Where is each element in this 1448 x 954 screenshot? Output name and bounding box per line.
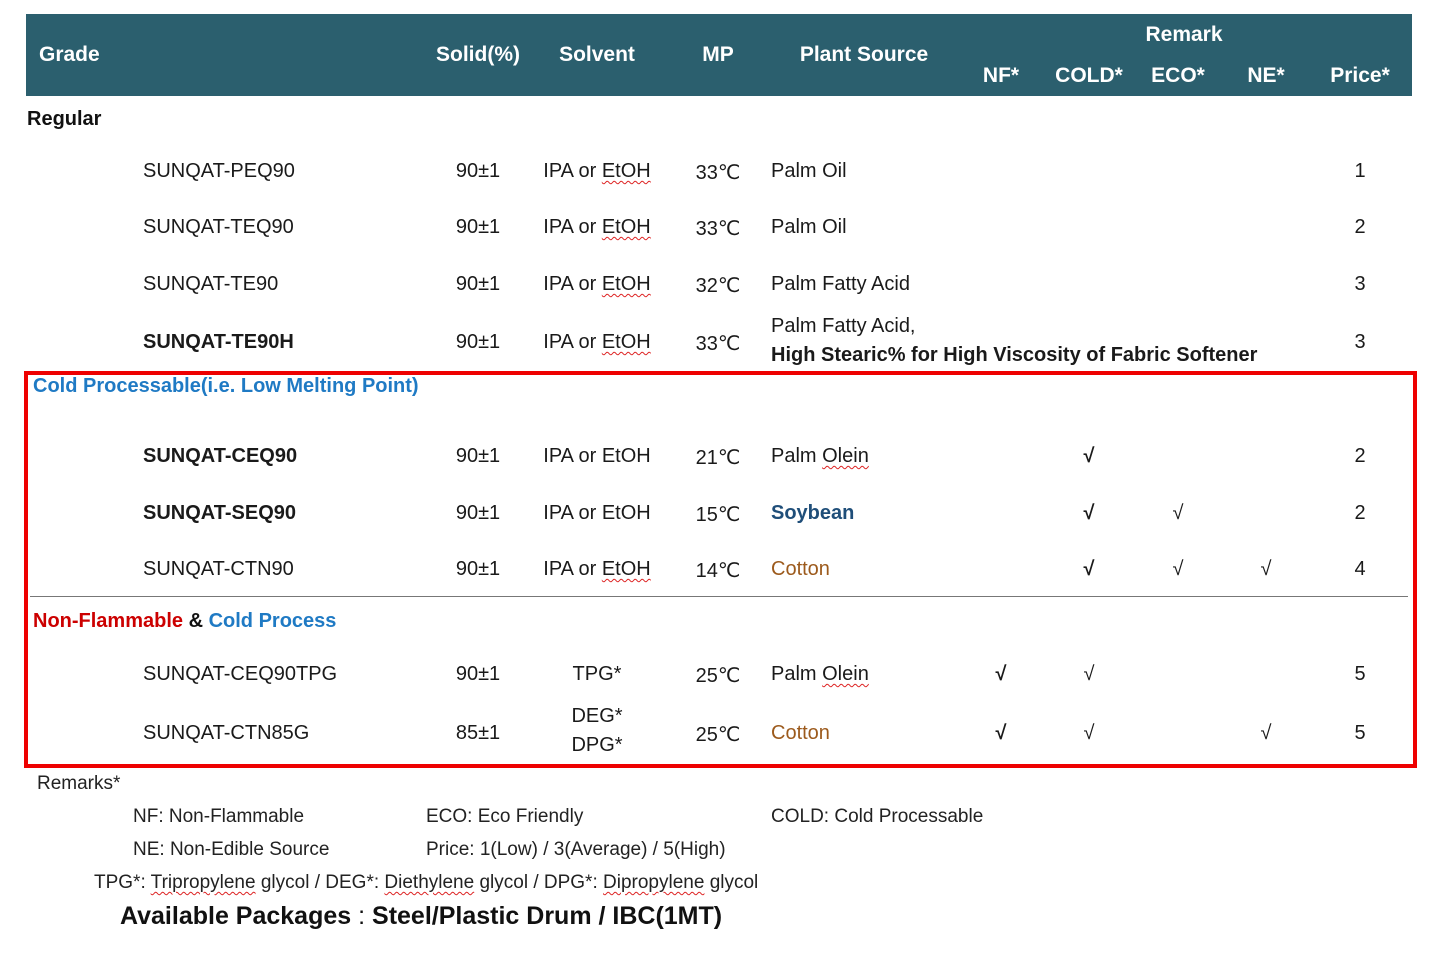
available-packages: Available Packages : Steel/Plastic Drum … bbox=[120, 902, 723, 930]
price-cell: 3 bbox=[1354, 273, 1366, 295]
section-regular: Regular bbox=[27, 108, 102, 130]
remark-nf: NF: Non-Flammable bbox=[133, 806, 305, 827]
mp-cell: 32℃ bbox=[695, 275, 741, 297]
grade-cell: SUNQAT-CTN85G bbox=[143, 722, 310, 744]
source-note: High Stearic% for High Viscosity of Fabr… bbox=[771, 344, 1258, 366]
grade-cell: SUNQAT-CTN90 bbox=[143, 558, 294, 580]
price-cell: 2 bbox=[1354, 216, 1366, 238]
remarks-title: Remarks* bbox=[37, 773, 121, 794]
cold-check: √ bbox=[1083, 502, 1095, 524]
source-cell: Palm Oil bbox=[771, 216, 847, 238]
grade-cell: SUNQAT-CEQ90 bbox=[143, 445, 298, 467]
solvent-cell: IPA or EtOH bbox=[543, 502, 651, 524]
grade-cell: SUNQAT-TE90H bbox=[143, 331, 294, 353]
header-mp: MP bbox=[702, 43, 734, 66]
solid-cell: 90±1 bbox=[455, 216, 501, 238]
solvent-cell: IPA or EtOH bbox=[543, 331, 651, 353]
section-cold-processable: Cold Processable(i.e. Low Melting Point) bbox=[33, 375, 419, 397]
solid-cell: 90±1 bbox=[455, 663, 501, 685]
price-cell: 5 bbox=[1354, 663, 1366, 685]
price-cell: 5 bbox=[1354, 722, 1366, 744]
nf-check: √ bbox=[995, 722, 1007, 744]
solid-cell: 85±1 bbox=[455, 722, 501, 744]
remark-ne: NE: Non-Edible Source bbox=[133, 839, 330, 860]
mp-cell: 33℃ bbox=[695, 218, 741, 240]
solid-cell: 90±1 bbox=[455, 558, 501, 580]
ne-check: √ bbox=[1260, 558, 1272, 580]
source-cell: Palm Olein bbox=[771, 445, 869, 467]
source-cell: Soybean bbox=[771, 502, 855, 524]
solid-cell: 90±1 bbox=[455, 502, 501, 524]
solvent-cell: IPA or EtOH bbox=[543, 273, 651, 295]
solvent-cell: IPA or EtOH bbox=[543, 216, 651, 238]
grade-cell: SUNQAT-CEQ90TPG bbox=[143, 663, 338, 685]
solvent-cell-line2: DPG* bbox=[571, 734, 623, 756]
source-cell: Palm Fatty Acid bbox=[771, 273, 910, 295]
header-price: Price* bbox=[1330, 64, 1390, 87]
mp-cell: 33℃ bbox=[695, 162, 741, 184]
ne-check: √ bbox=[1260, 722, 1272, 744]
solvent-cell: IPA or EtOH bbox=[543, 558, 651, 580]
solid-cell: 90±1 bbox=[455, 445, 501, 467]
grade-cell: SUNQAT-TEQ90 bbox=[143, 216, 294, 238]
solvent-cell: IPA or EtOH bbox=[543, 160, 651, 182]
source-cell: Cotton bbox=[771, 558, 830, 580]
header-solvent: Solvent bbox=[559, 43, 635, 66]
grade-cell: SUNQAT-SEQ90 bbox=[143, 502, 296, 524]
cold-check: √ bbox=[1083, 663, 1095, 685]
header-solid: Solid(%) bbox=[436, 43, 520, 66]
grade-cell: SUNQAT-PEQ90 bbox=[143, 160, 295, 182]
cold-check: √ bbox=[1083, 445, 1095, 467]
solvent-cell: IPA or EtOH bbox=[543, 445, 651, 467]
price-cell: 2 bbox=[1354, 502, 1366, 524]
cold-check: √ bbox=[1083, 722, 1095, 744]
remark-glycols: TPG*: Tripropylene glycol / DEG*: Diethy… bbox=[94, 872, 759, 893]
source-cell: Palm Oil bbox=[771, 160, 847, 182]
section-divider bbox=[30, 596, 1408, 597]
section-non-flammable: Non-Flammable & Cold Process bbox=[33, 610, 337, 632]
price-cell: 2 bbox=[1354, 445, 1366, 467]
remark-price: Price: 1(Low) / 3(Average) / 5(High) bbox=[426, 839, 726, 860]
source-cell: Palm Fatty Acid, bbox=[771, 315, 916, 337]
grade-cell: SUNQAT-TE90 bbox=[143, 273, 279, 295]
price-cell: 1 bbox=[1354, 160, 1366, 182]
price-cell: 4 bbox=[1354, 558, 1366, 580]
source-cell: Cotton bbox=[771, 722, 830, 744]
price-cell: 3 bbox=[1354, 331, 1366, 353]
header-nf: NF* bbox=[982, 64, 1020, 87]
source-cell: Palm Olein bbox=[771, 663, 869, 685]
mp-cell: 21℃ bbox=[695, 447, 741, 469]
solvent-cell: DEG* bbox=[571, 705, 623, 727]
mp-cell: 15℃ bbox=[695, 504, 741, 526]
header-plant-source: Plant Source bbox=[799, 43, 929, 66]
eco-check: √ bbox=[1172, 558, 1184, 580]
solvent-cell: TPG* bbox=[572, 663, 622, 685]
solid-cell: 90±1 bbox=[455, 160, 501, 182]
solid-cell: 90±1 bbox=[455, 331, 501, 353]
remark-cold: COLD: Cold Processable bbox=[771, 806, 984, 827]
mp-cell: 25℃ bbox=[695, 665, 741, 687]
solid-cell: 90±1 bbox=[455, 273, 501, 295]
header-remark: Remark bbox=[1145, 23, 1223, 46]
cold-check: √ bbox=[1083, 558, 1095, 580]
eco-check: √ bbox=[1172, 502, 1184, 524]
mp-cell: 14℃ bbox=[695, 560, 741, 582]
mp-cell: 33℃ bbox=[695, 333, 741, 355]
header-cold: COLD* bbox=[1055, 64, 1123, 87]
header-eco: ECO* bbox=[1151, 64, 1205, 87]
header-ne: NE* bbox=[1247, 64, 1285, 87]
nf-check: √ bbox=[995, 663, 1007, 685]
remark-eco: ECO: Eco Friendly bbox=[426, 806, 584, 827]
header-grade: Grade bbox=[39, 43, 100, 66]
mp-cell: 25℃ bbox=[695, 724, 741, 746]
